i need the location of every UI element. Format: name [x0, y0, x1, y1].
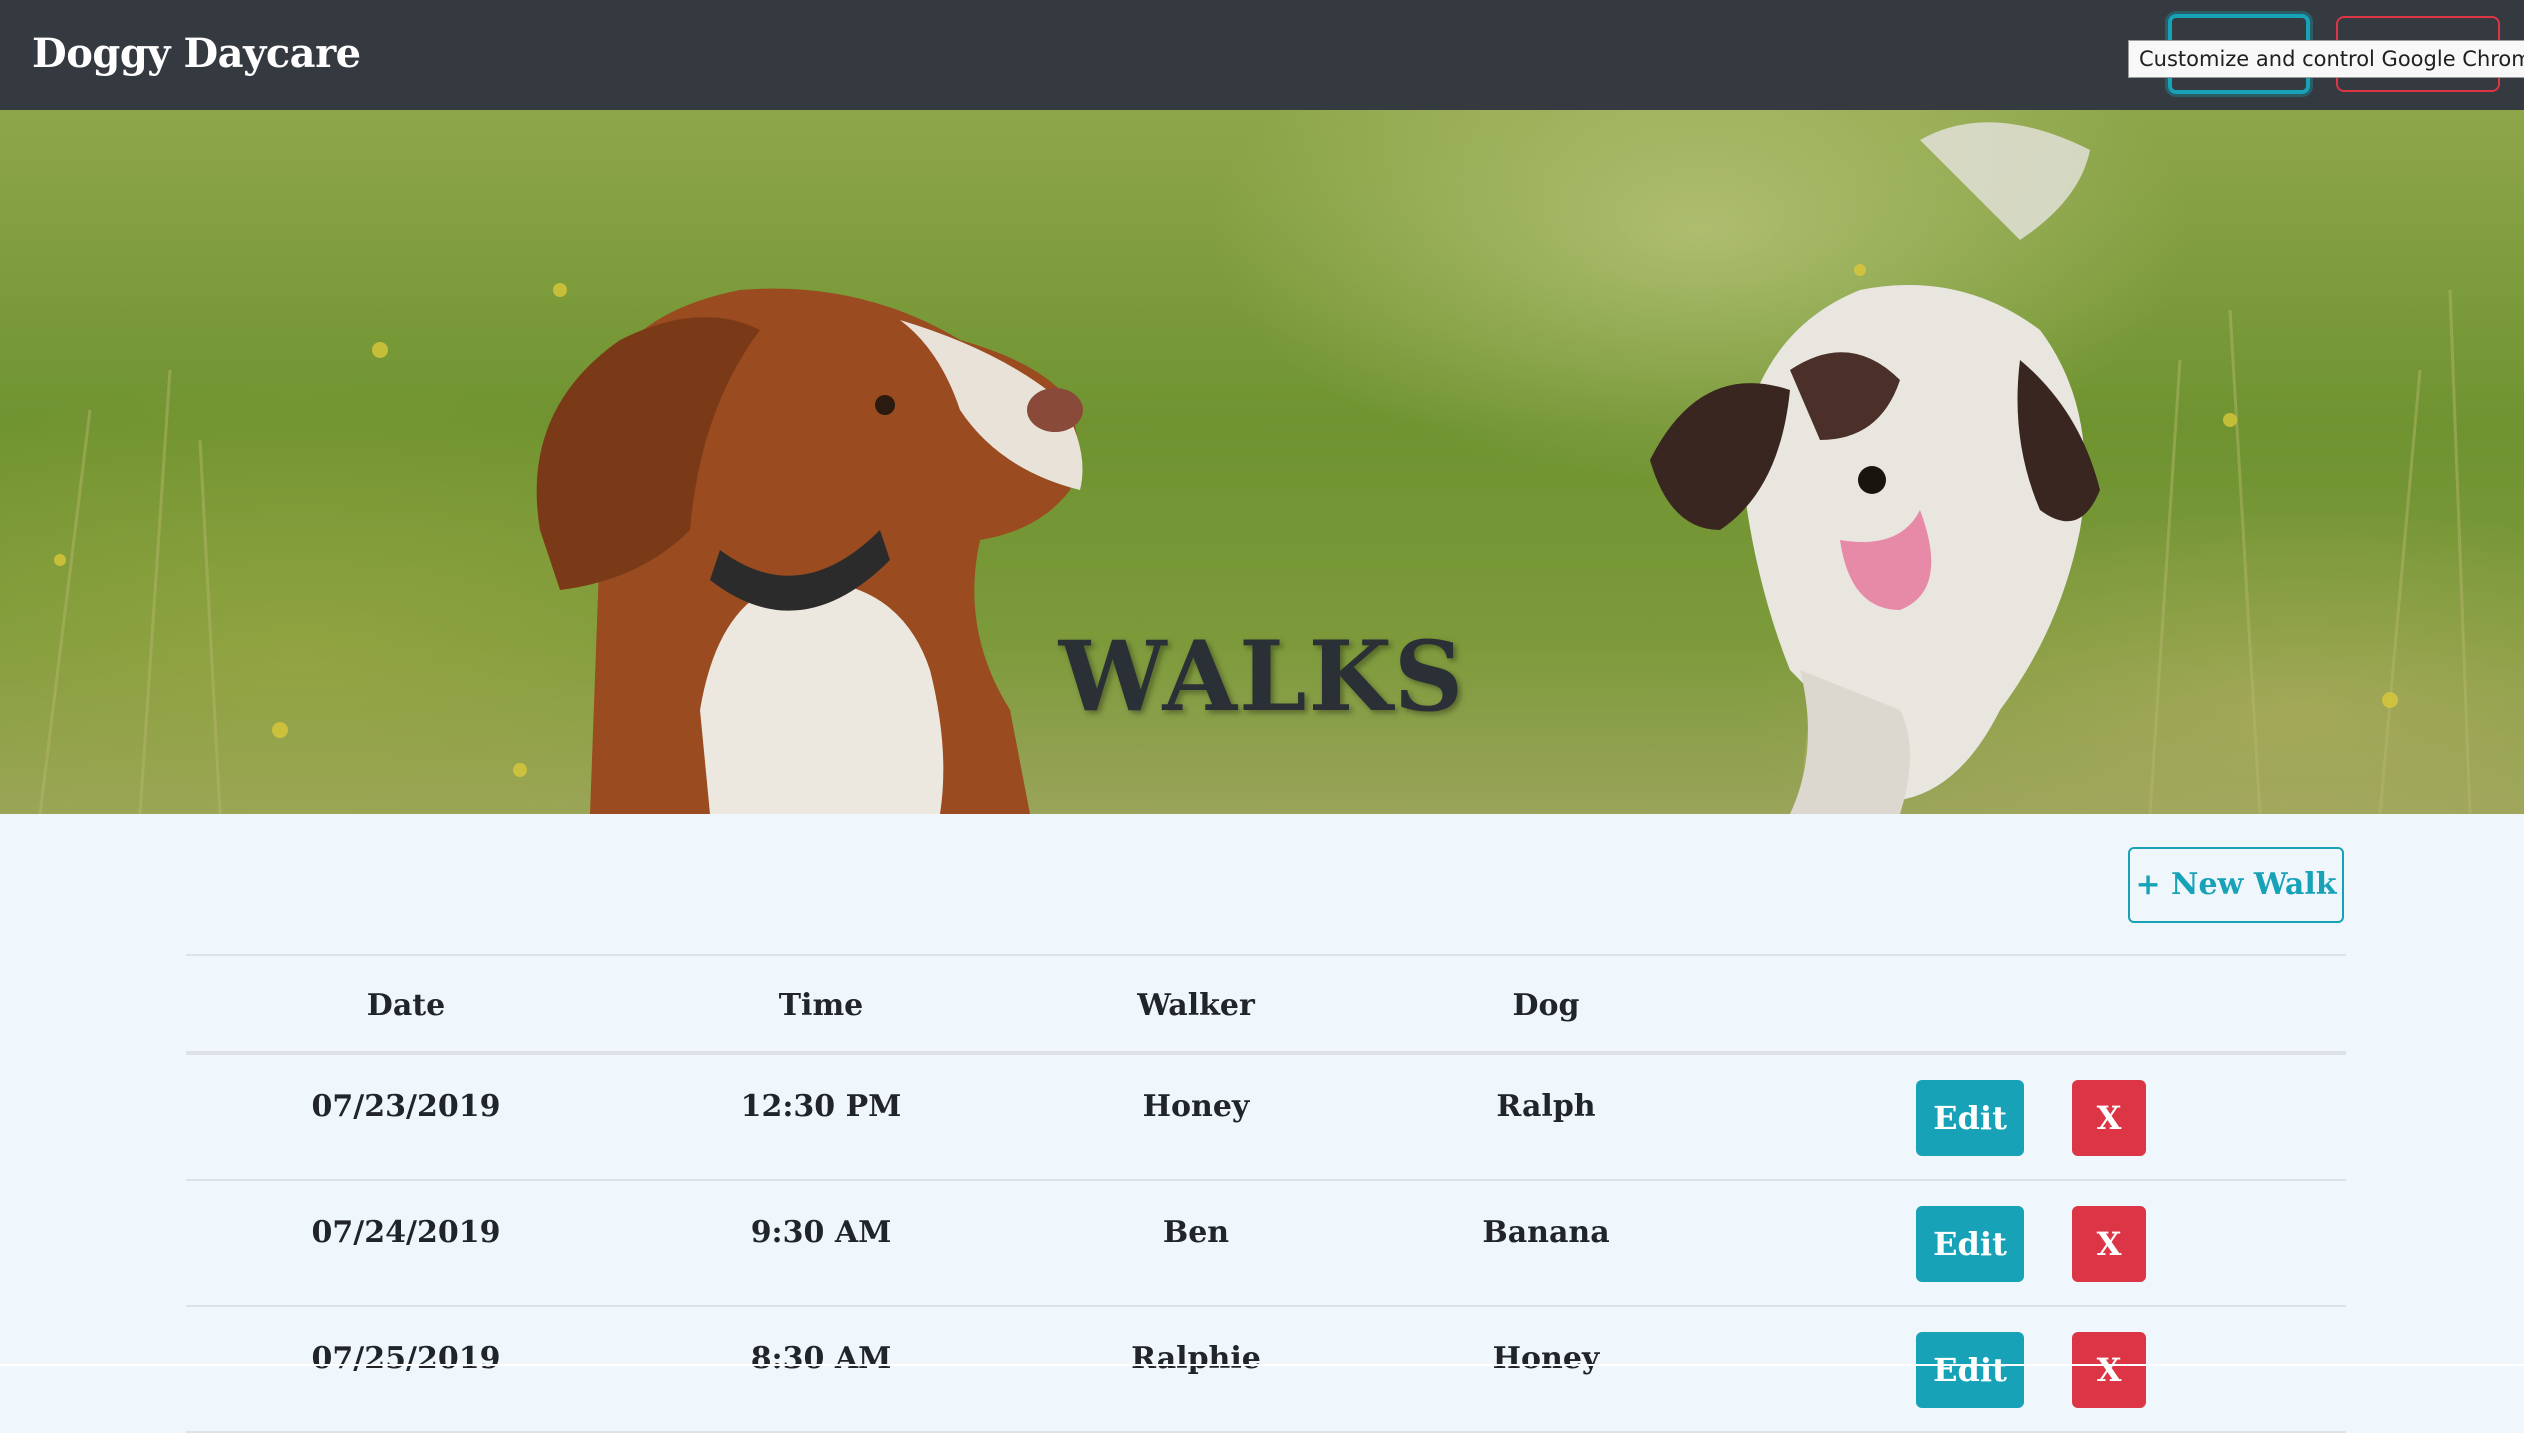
cell-walker: Honey [1142, 1089, 1250, 1124]
cell-walker: Ralphie [1131, 1341, 1261, 1376]
brand-link[interactable]: Doggy Daycare [32, 24, 361, 84]
hero-banner: WALKS [0, 110, 2524, 814]
cell-walker: Ben [1162, 1215, 1230, 1250]
cell-dog: Ralph [1496, 1089, 1596, 1124]
header-walker: Walker [1137, 988, 1255, 1023]
table-row: 07/24/2019 9:30 AM Ben Banana Edit X [186, 1181, 2346, 1307]
table-row: 07/25/2019 8:30 AM Ralphie Honey Edit X [186, 1307, 2346, 1433]
brown-spaniel-shape [536, 288, 1083, 814]
cell-time: 8:30 AM [750, 1341, 892, 1376]
cell-dog: Honey [1492, 1341, 1600, 1376]
new-walk-button[interactable]: + New Walk [2128, 847, 2344, 923]
cell-date: 07/23/2019 [311, 1089, 501, 1124]
cell-time: 12:30 PM [740, 1089, 902, 1124]
walks-table: Date Time Walker Dog 07/23/2019 12:30 PM… [186, 954, 2346, 1433]
delete-button[interactable]: X [2072, 1206, 2146, 1282]
chrome-tooltip: Customize and control Google Chrome [2128, 40, 2524, 78]
cell-time: 9:30 AM [750, 1215, 892, 1250]
cell-dog: Banana [1482, 1215, 1610, 1250]
edit-button[interactable]: Edit [1916, 1206, 2024, 1282]
navbar: Doggy Daycare Customize and control Goog… [0, 0, 2524, 110]
table-header-row: Date Time Walker Dog [186, 954, 2346, 1055]
cell-date: 07/24/2019 [311, 1215, 501, 1250]
page-title: WALKS [1058, 620, 1466, 733]
header-time: Time [778, 988, 864, 1023]
cell-date: 07/25/2019 [311, 1341, 501, 1376]
header-dog: Dog [1512, 988, 1580, 1023]
delete-button[interactable]: X [2072, 1332, 2146, 1408]
edit-button[interactable]: Edit [1916, 1080, 2024, 1156]
header-date: Date [366, 988, 446, 1023]
edit-button[interactable]: Edit [1916, 1332, 2024, 1408]
delete-button[interactable]: X [2072, 1080, 2146, 1156]
table-row: 07/23/2019 12:30 PM Honey Ralph Edit X [186, 1055, 2346, 1181]
